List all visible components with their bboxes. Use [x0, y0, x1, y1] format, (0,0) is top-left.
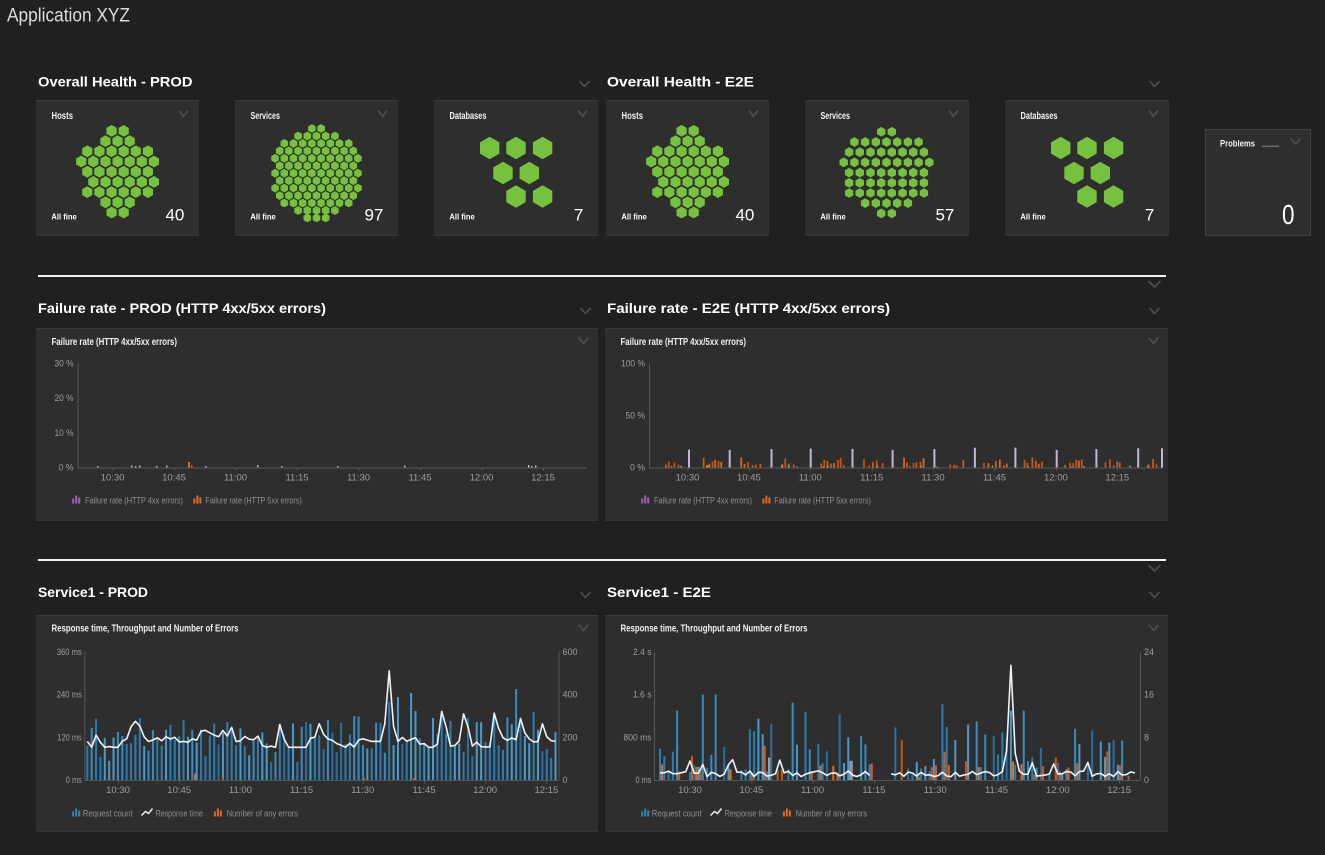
- svg-text:Service1 - E2E: Service1 - E2E: [607, 584, 711, 600]
- svg-text:Application XYZ: Application XYZ: [7, 5, 130, 26]
- svg-text:Failure rate - PROD (HTTP 4xx/: Failure rate - PROD (HTTP 4xx/5xx errors…: [38, 300, 326, 316]
- svg-text:Overall Health - E2E: Overall Health - E2E: [607, 74, 754, 90]
- svg-text:Service1 - PROD: Service1 - PROD: [38, 584, 148, 600]
- svg-text:Overall Health - PROD: Overall Health - PROD: [38, 74, 193, 90]
- svg-text:Failure rate - E2E (HTTP 4xx/5: Failure rate - E2E (HTTP 4xx/5xx errors): [607, 300, 890, 316]
